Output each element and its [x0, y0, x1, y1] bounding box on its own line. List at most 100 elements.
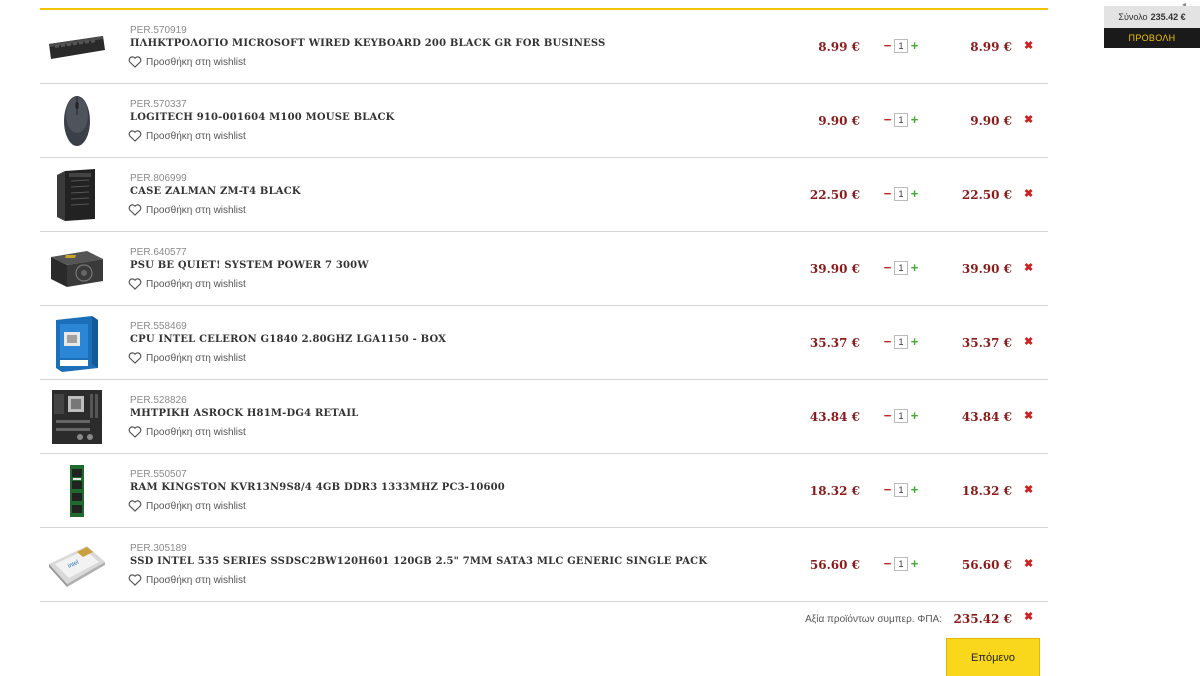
quantity-input[interactable] [894, 557, 908, 571]
product-title[interactable]: CPU INTEL CELERON G1840 2.80GHZ LGA1150 … [130, 334, 446, 345]
quantity-decrease-button[interactable]: − [883, 113, 892, 127]
product-title[interactable]: ΜΗΤΡΙΚΗ ASROCK H81M-DG4 RETAIL [130, 408, 358, 419]
cart-row: PER.640577 PSU BE QUIET! SYSTEM POWER 7 … [40, 232, 1048, 306]
cart-table: PER.570919 ΠΛΗΚΤΡΟΛΟΓΙΟ MICROSOFT WIRED … [40, 8, 1048, 602]
product-image[interactable] [46, 92, 108, 150]
add-to-wishlist-link[interactable]: Προσθήκη στη wishlist [128, 574, 246, 586]
next-button[interactable]: Επόμενο [946, 638, 1040, 676]
quantity-increase-button[interactable]: + [910, 483, 919, 497]
product-image[interactable] [46, 166, 108, 224]
product-image[interactable] [46, 240, 108, 298]
line-total: 43.84 € [961, 410, 1012, 424]
wishlist-label: Προσθήκη στη wishlist [146, 574, 246, 586]
mini-cart-label: Σύνολο [1118, 12, 1148, 22]
quantity-increase-button[interactable]: + [910, 113, 919, 127]
product-title[interactable]: LOGITECH 910-001604 M100 MOUSE BLACK [130, 112, 395, 123]
quantity-decrease-button[interactable]: − [883, 187, 892, 201]
cart-row: PER.528826 ΜΗΤΡΙΚΗ ASROCK H81M-DG4 RETAI… [40, 380, 1048, 454]
product-image[interactable] [46, 18, 108, 76]
product-code: PER.640577 [130, 247, 187, 258]
product-image[interactable] [46, 462, 108, 520]
cart-row: intel PER.305189 SSD INTEL 535 SERIES SS… [40, 528, 1048, 602]
quantity-increase-button[interactable]: + [910, 187, 919, 201]
quantity-stepper: − + [883, 483, 919, 497]
remove-item-icon[interactable]: ✖ [1024, 39, 1033, 52]
remove-item-icon[interactable]: ✖ [1024, 483, 1033, 496]
quantity-decrease-button[interactable]: − [883, 39, 892, 53]
quantity-increase-button[interactable]: + [910, 335, 919, 349]
remove-item-icon[interactable]: ✖ [1024, 261, 1033, 274]
cart-row: PER.806999 CASE ZALMAN ZM-T4 BLACK Προσθ… [40, 158, 1048, 232]
quantity-input[interactable] [894, 113, 908, 127]
cart-summary: Αξία προϊόντων συμπερ. ΦΠΑ: 235.42 € ✖ [40, 604, 1048, 634]
product-title[interactable]: ΠΛΗΚΤΡΟΛΟΓΙΟ MICROSOFT WIRED KEYBOARD 20… [130, 38, 605, 49]
pc-case-icon [57, 169, 95, 221]
ssd-icon: intel [49, 546, 105, 587]
quantity-stepper: − + [883, 409, 919, 423]
line-total: 9.90 € [970, 114, 1012, 128]
quantity-input[interactable] [894, 335, 908, 349]
quantity-input[interactable] [894, 39, 908, 53]
unit-price: 43.84 € [809, 410, 860, 424]
product-title[interactable]: CASE ZALMAN ZM-T4 BLACK [130, 186, 301, 197]
clear-cart-icon[interactable]: ✖ [1024, 610, 1033, 623]
quantity-decrease-button[interactable]: − [883, 483, 892, 497]
add-to-wishlist-link[interactable]: Προσθήκη στη wishlist [128, 130, 246, 142]
product-image[interactable] [46, 388, 108, 446]
quantity-input[interactable] [894, 187, 908, 201]
remove-item-icon[interactable]: ✖ [1024, 557, 1033, 570]
line-total: 18.32 € [961, 484, 1012, 498]
quantity-stepper: − + [883, 557, 919, 571]
add-to-wishlist-link[interactable]: Προσθήκη στη wishlist [128, 204, 246, 216]
power-supply-icon [51, 251, 103, 287]
add-to-wishlist-link[interactable]: Προσθήκη στη wishlist [128, 352, 246, 364]
quantity-decrease-button[interactable]: − [883, 557, 892, 571]
quantity-decrease-button[interactable]: − [883, 409, 892, 423]
product-title[interactable]: PSU BE QUIET! SYSTEM POWER 7 300W [130, 260, 369, 271]
wishlist-label: Προσθήκη στη wishlist [146, 130, 246, 142]
line-total: 35.37 € [961, 336, 1012, 350]
unit-price: 9.90 € [818, 114, 860, 128]
mini-cart-view-button[interactable]: ΠΡΟΒΟΛΗ [1104, 28, 1200, 48]
quantity-input[interactable] [894, 409, 908, 423]
wishlist-label: Προσθήκη στη wishlist [146, 278, 246, 290]
heart-icon [128, 56, 142, 68]
quantity-input[interactable] [894, 261, 908, 275]
quantity-input[interactable] [894, 483, 908, 497]
quantity-stepper: − + [883, 335, 919, 349]
product-title[interactable]: RAM KINGSTON KVR13N9S8/4 4GB DDR3 1333MH… [130, 482, 505, 493]
wishlist-label: Προσθήκη στη wishlist [146, 500, 246, 512]
remove-item-icon[interactable]: ✖ [1024, 113, 1033, 126]
product-code: PER.558469 [130, 321, 187, 332]
motherboard-icon [52, 390, 102, 444]
remove-item-icon[interactable]: ✖ [1024, 187, 1033, 200]
product-image[interactable]: intel [46, 536, 108, 594]
add-to-wishlist-link[interactable]: Προσθήκη στη wishlist [128, 278, 246, 290]
cart-row: PER.570337 LOGITECH 910-001604 M100 MOUS… [40, 84, 1048, 158]
quantity-decrease-button[interactable]: − [883, 335, 892, 349]
add-to-wishlist-link[interactable]: Προσθήκη στη wishlist [128, 56, 246, 68]
cart-row: PER.558469 CPU INTEL CELERON G1840 2.80G… [40, 306, 1048, 380]
wishlist-label: Προσθήκη στη wishlist [146, 426, 246, 438]
unit-price: 22.50 € [809, 188, 860, 202]
quantity-stepper: − + [883, 113, 919, 127]
heart-icon [128, 130, 142, 142]
product-code: PER.570337 [130, 99, 187, 110]
remove-item-icon[interactable]: ✖ [1024, 335, 1033, 348]
remove-item-icon[interactable]: ✖ [1024, 409, 1033, 422]
product-title[interactable]: SSD INTEL 535 SERIES SSDSC2BW120H601 120… [130, 556, 707, 567]
product-code: PER.550507 [130, 469, 187, 480]
quantity-increase-button[interactable]: + [910, 557, 919, 571]
add-to-wishlist-link[interactable]: Προσθήκη στη wishlist [128, 500, 246, 512]
quantity-increase-button[interactable]: + [910, 409, 919, 423]
quantity-increase-button[interactable]: + [910, 261, 919, 275]
product-code: PER.528826 [130, 395, 187, 406]
product-image[interactable] [46, 314, 108, 372]
quantity-increase-button[interactable]: + [910, 39, 919, 53]
line-total: 8.99 € [970, 40, 1012, 54]
quantity-decrease-button[interactable]: − [883, 261, 892, 275]
mini-cart[interactable]: Σύνολο 235.42 € ΠΡΟΒΟΛΗ [1104, 6, 1200, 48]
add-to-wishlist-link[interactable]: Προσθήκη στη wishlist [128, 426, 246, 438]
wishlist-label: Προσθήκη στη wishlist [146, 56, 246, 68]
mouse-icon [64, 96, 90, 146]
